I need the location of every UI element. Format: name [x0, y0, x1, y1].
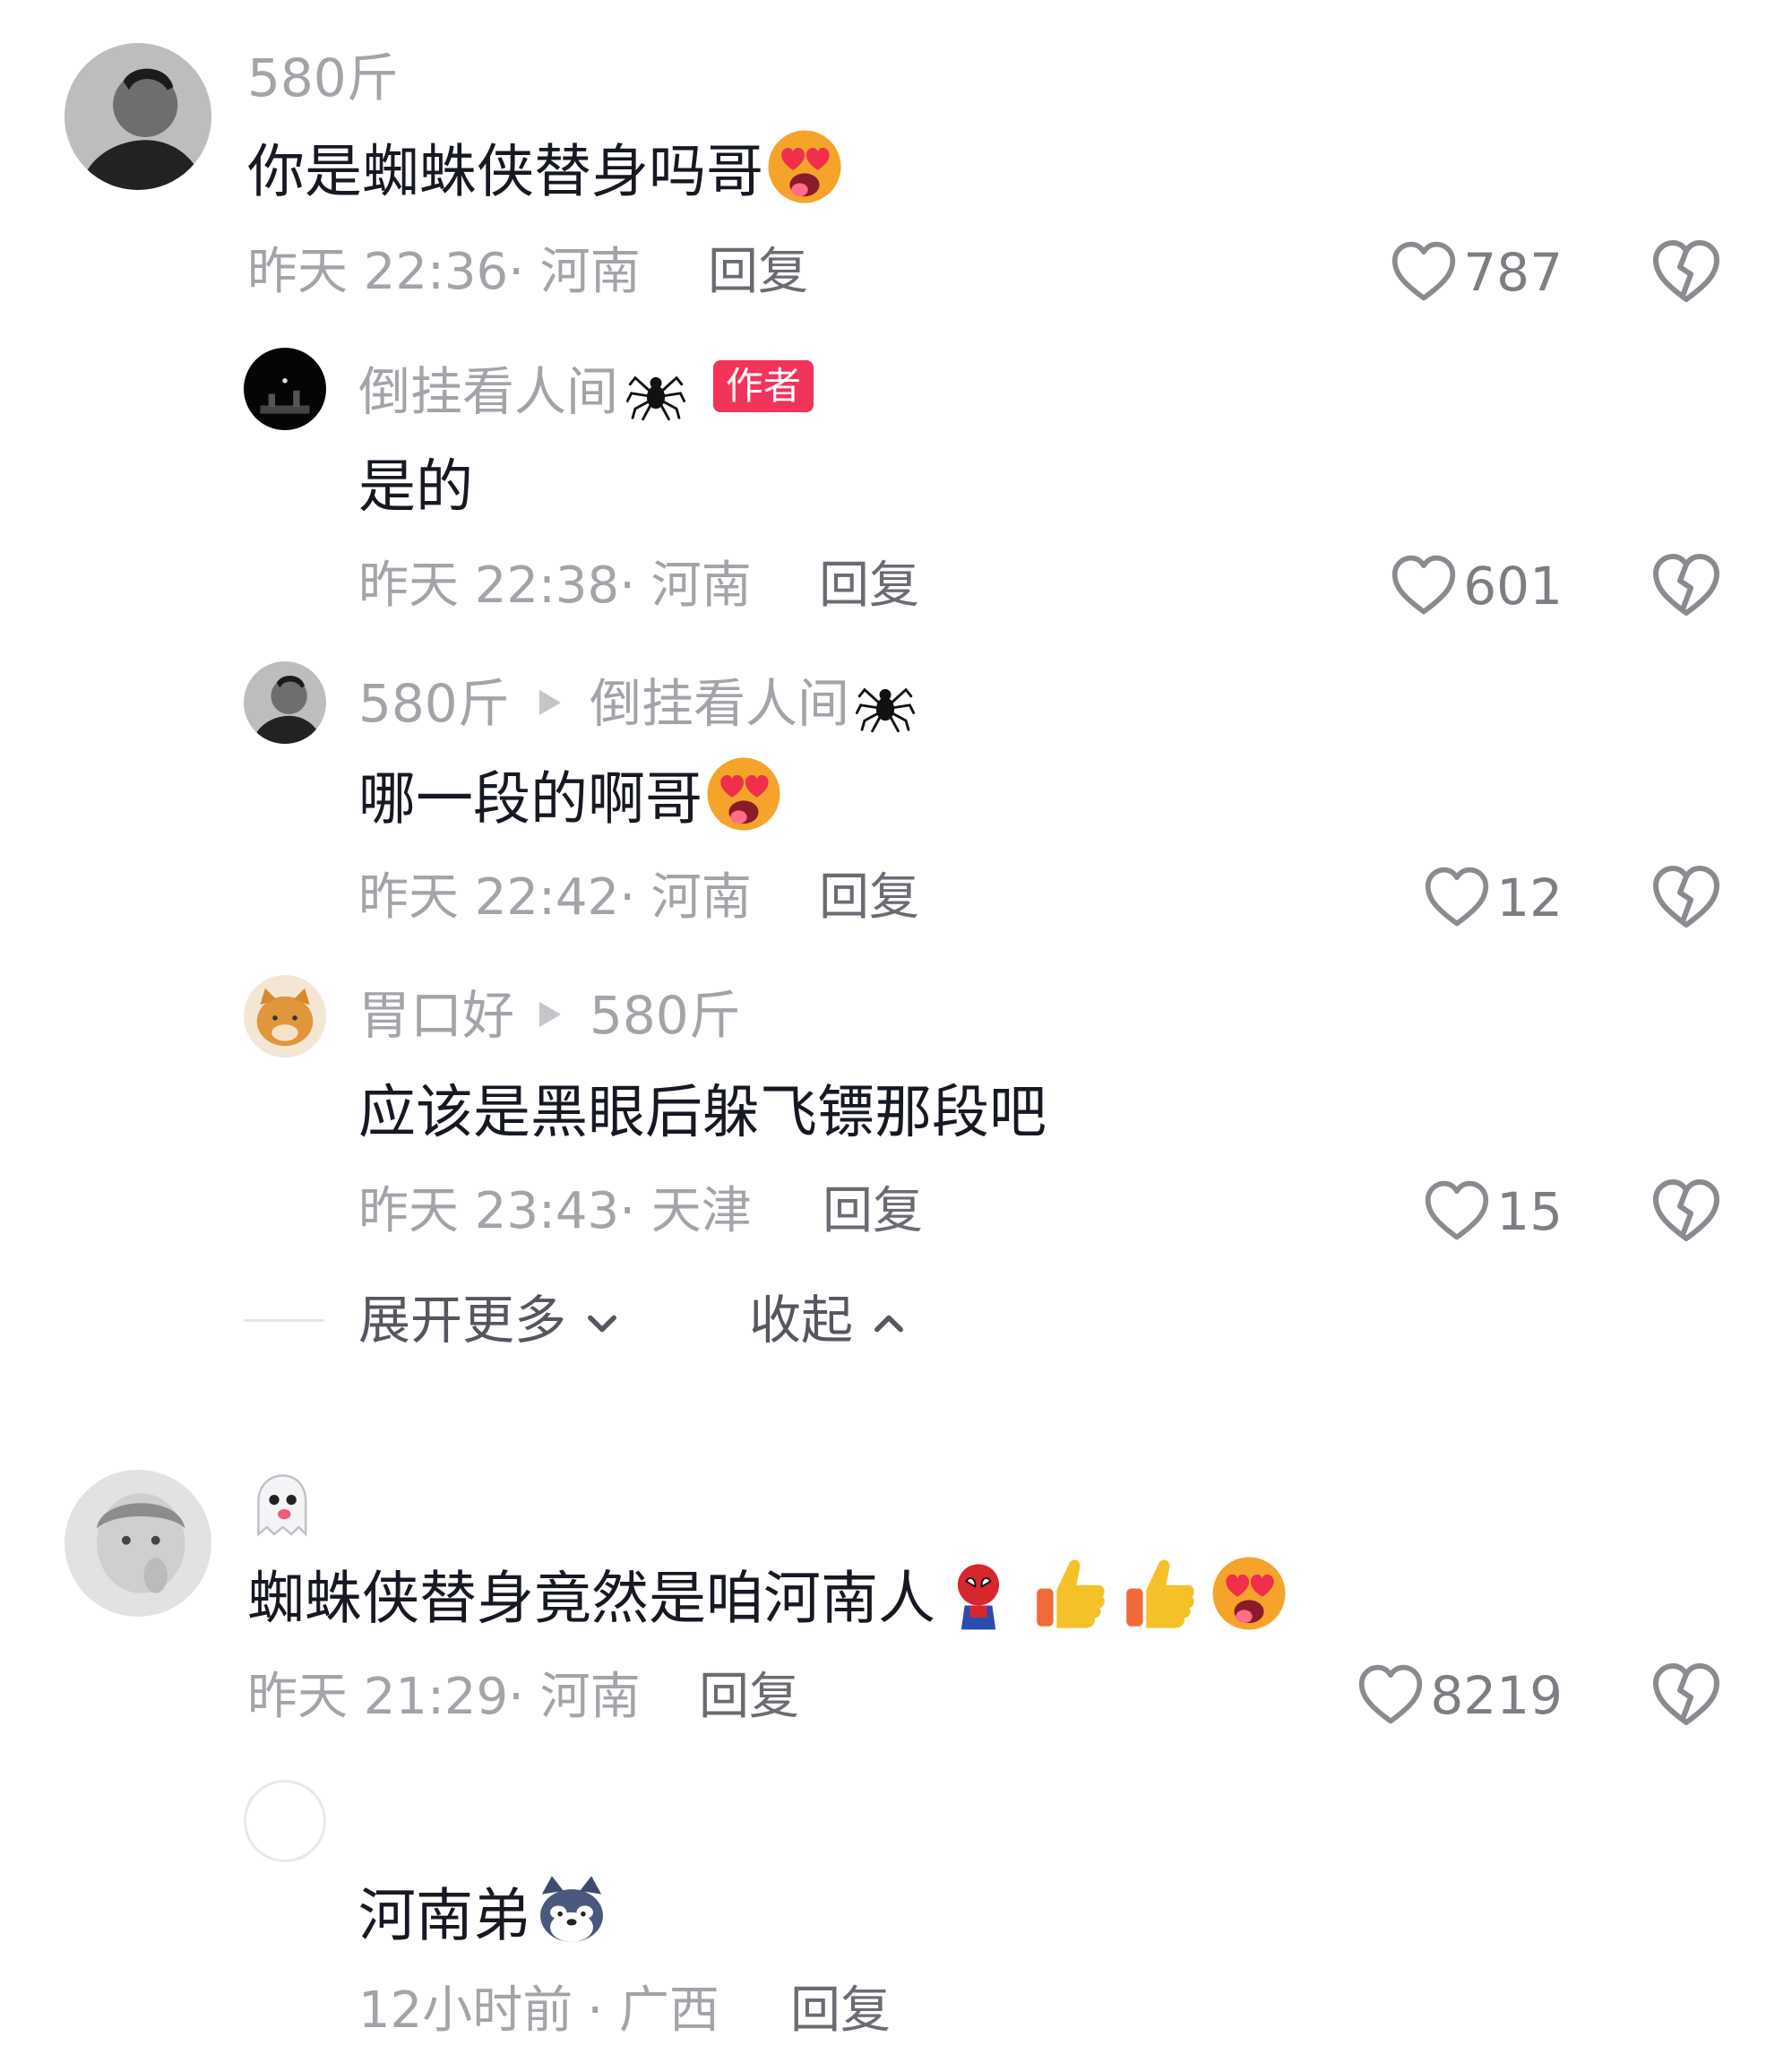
reply-username[interactable]: 倒挂看人间: [358, 366, 618, 418]
heart-icon: [1423, 864, 1491, 932]
avatar-child[interactable]: [65, 1470, 211, 1617]
heart-eyes-emoji-icon: [1208, 1552, 1290, 1635]
reply-text-content: 河南弟: [358, 1883, 530, 1950]
comment-text: 蜘蛛侠替身竟然是咱河南人: [247, 1568, 1290, 1636]
reply-arrow-icon: [539, 1002, 561, 1027]
expand-more-label: 展开更多: [358, 1290, 567, 1351]
location-text: · 河南: [508, 243, 641, 301]
like-count: 8219: [1430, 1665, 1563, 1726]
comment-text-content: 你是蜘蛛侠替身吗哥: [247, 139, 763, 206]
reply-button[interactable]: 回复: [823, 1187, 923, 1237]
avatar-580jin[interactable]: [65, 43, 211, 190]
reply-text: 哪一段的啊哥: [358, 771, 785, 835]
spider-icon: [853, 670, 918, 735]
reply-button[interactable]: 回复: [708, 247, 808, 298]
location-text: · 广西: [587, 1981, 719, 2040]
thumbs-up-emoji-icon: [1118, 1552, 1201, 1635]
thumbs-up-emoji-icon: [1029, 1552, 1111, 1635]
reply-username[interactable]: 580斤: [358, 678, 510, 729]
time-text: 昨天 22:42: [358, 868, 620, 927]
ghost-emoji-icon: [257, 1474, 307, 1537]
avatar-blank[interactable]: [244, 1780, 326, 1862]
like-count: 787: [1463, 242, 1563, 303]
collapse-label: 收起: [749, 1290, 854, 1351]
reply-text: 是的: [358, 454, 473, 521]
reply-button[interactable]: 回复: [819, 873, 919, 923]
author-badge: 作者: [713, 360, 814, 413]
time-text: 昨天 22:38: [358, 557, 620, 615]
collapse-button[interactable]: 收起: [749, 1294, 909, 1346]
avatar-weikouhao[interactable]: [244, 975, 326, 1057]
time-text: 昨天 22:36: [247, 243, 509, 301]
reply-username[interactable]: 胃口好: [358, 989, 514, 1041]
reply-time: 昨天 23:43· 天津: [358, 1187, 752, 1237]
dislike-icon[interactable]: [1650, 1176, 1722, 1247]
husky-emoji-icon: [540, 1876, 603, 1942]
spider-icon: [624, 358, 688, 423]
dislike-icon[interactable]: [1650, 862, 1722, 934]
chevron-up-icon: [874, 1315, 904, 1333]
location-text: · 天津: [619, 1182, 752, 1240]
reply-to-username[interactable]: 倒挂看人间: [590, 678, 849, 729]
reply-time: 12小时前 · 广西: [358, 1986, 719, 2036]
like-count: 15: [1496, 1181, 1563, 1242]
heart-icon: [1423, 1178, 1491, 1246]
heart-eyes-emoji-icon: [763, 125, 846, 208]
reply-button[interactable]: 回复: [699, 1672, 799, 1722]
like-count: 601: [1463, 556, 1563, 617]
heart-icon: [1390, 238, 1458, 306]
chevron-down-icon: [588, 1315, 617, 1333]
heart-icon: [1357, 1662, 1425, 1730]
like-button[interactable]: 15: [1423, 1176, 1563, 1247]
time-text: 昨天 21:29: [247, 1668, 509, 1726]
avatar-author[interactable]: [244, 348, 326, 430]
divider-line: [244, 1319, 324, 1322]
expand-more-button[interactable]: 展开更多: [358, 1294, 622, 1346]
reply-button[interactable]: 回复: [819, 561, 919, 611]
comment-text-content: 蜘蛛侠替身竟然是咱河南人: [247, 1566, 935, 1633]
dislike-icon[interactable]: [1650, 1660, 1722, 1731]
location-text: · 河南: [619, 868, 752, 927]
location-text: · 河南: [508, 1668, 641, 1726]
like-button[interactable]: 12: [1423, 862, 1563, 934]
comment-time: 昨天 21:29· 河南: [247, 1672, 641, 1722]
like-button[interactable]: 8219: [1357, 1660, 1563, 1731]
dislike-icon[interactable]: [1650, 550, 1722, 622]
location-text: · 河南: [619, 557, 752, 615]
heart-icon: [1390, 552, 1458, 620]
reply-arrow-icon: [539, 690, 561, 715]
heart-eyes-emoji-icon: [702, 753, 785, 835]
reply-button[interactable]: 回复: [790, 1986, 891, 2036]
like-button[interactable]: 601: [1390, 550, 1563, 622]
reply-text: 应该是黑眼后躲飞镖那段吧: [358, 1080, 1047, 1146]
time-text: 12小时前: [358, 1981, 573, 2040]
comment-time: 昨天 22:36· 河南: [247, 247, 641, 298]
comment-username[interactable]: 580斤: [247, 52, 399, 104]
dislike-icon[interactable]: [1650, 237, 1722, 308]
comment-text: 你是蜘蛛侠替身吗哥: [247, 143, 846, 208]
reply-to-username[interactable]: 580斤: [590, 989, 741, 1041]
reply-text: 河南弟: [358, 1876, 613, 1952]
like-count: 12: [1496, 867, 1563, 928]
reply-text-content: 哪一段的啊哥: [358, 766, 702, 833]
reply-time: 昨天 22:42· 河南: [358, 873, 752, 923]
time-text: 昨天 23:43: [358, 1182, 620, 1240]
spiderman-emoji-icon: [957, 1564, 1000, 1630]
avatar-580jin[interactable]: [244, 661, 326, 744]
like-button[interactable]: 787: [1390, 237, 1563, 308]
reply-time: 昨天 22:38· 河南: [358, 561, 752, 611]
